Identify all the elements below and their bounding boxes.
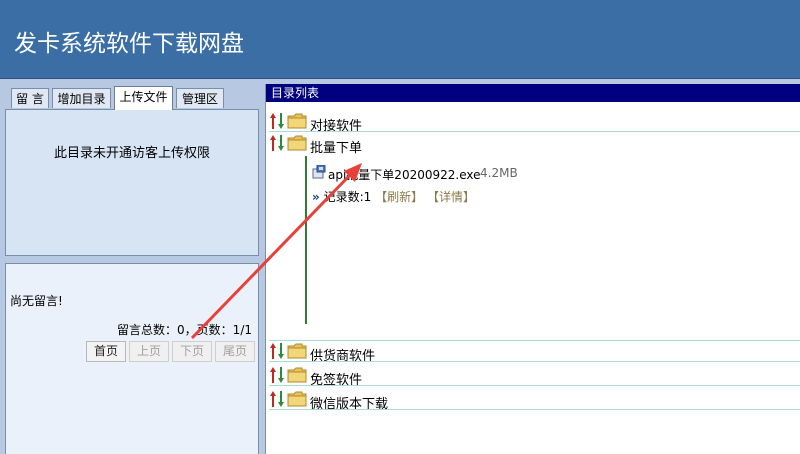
folder-icon: [287, 367, 307, 383]
record-stats: » 记录数:1 【刷新】 【详情】: [312, 188, 475, 205]
folder-icon: [287, 343, 307, 359]
details-link[interactable]: 【详情】: [427, 190, 475, 204]
tab-admin[interactable]: 管理区: [176, 88, 224, 108]
sort-arrows-icon[interactable]: [269, 390, 285, 408]
file-name-link[interactable]: api批量下单20200922.exe: [328, 166, 481, 183]
folder-row[interactable]: 批量下单: [269, 132, 800, 156]
prev-page-button[interactable]: 上页: [129, 341, 169, 362]
no-comments-text: 尚无留言!: [10, 294, 63, 308]
row-divider: [269, 340, 800, 341]
record-count: 记录数:1: [323, 190, 372, 204]
directory-list-header: 目录列表: [266, 84, 800, 102]
sort-arrows-icon[interactable]: [269, 134, 285, 152]
folder-row[interactable]: 对接软件: [269, 110, 800, 134]
upload-permission-message: 此目录未开通访客上传权限: [53, 146, 210, 161]
folder-row[interactable]: 免签软件: [269, 364, 800, 388]
comments-panel: 尚无留言! 留言总数：0，页数：1/1 首页 上页 下页 尾页: [5, 263, 259, 454]
sort-arrows-icon[interactable]: [269, 366, 285, 384]
folder-icon: [287, 113, 307, 129]
tab-upload-file[interactable]: 上传文件: [114, 86, 173, 110]
double-chevron-icon: »: [312, 190, 320, 204]
folder-row[interactable]: 供货商软件: [269, 340, 800, 364]
comment-stats: 留言总数：0，页数：1/1: [117, 323, 252, 337]
page-header: 发卡系统软件下载网盘: [0, 0, 800, 79]
sort-arrows-icon[interactable]: [269, 112, 285, 130]
first-page-button[interactable]: 首页: [86, 341, 126, 362]
sort-arrows-icon[interactable]: [269, 342, 285, 360]
row-divider: [269, 385, 800, 386]
folder-row[interactable]: 微信版本下载: [269, 388, 800, 412]
folder-name[interactable]: 批量下单: [310, 137, 362, 156]
row-divider: [269, 409, 800, 410]
next-page-button[interactable]: 下页: [172, 341, 212, 362]
upload-panel: 此目录未开通访客上传权限: [5, 109, 259, 256]
folder-icon: [287, 391, 307, 407]
file-size: 4.2MB: [480, 166, 518, 180]
folder-open-icon: [287, 135, 307, 151]
tab-add-directory[interactable]: 增加目录: [52, 88, 111, 108]
page-title: 发卡系统软件下载网盘: [14, 31, 244, 57]
row-divider: [269, 361, 800, 362]
directory-panel: 目录列表 对接软件 批量下单 api批量下单20200922.exe 4.2MB…: [265, 84, 800, 454]
tab-messages[interactable]: 留 言: [11, 88, 49, 108]
tree-connector: [305, 156, 307, 324]
exe-file-icon: [312, 165, 326, 179]
last-page-button[interactable]: 尾页: [215, 341, 255, 362]
refresh-link[interactable]: 【刷新】: [375, 190, 423, 204]
